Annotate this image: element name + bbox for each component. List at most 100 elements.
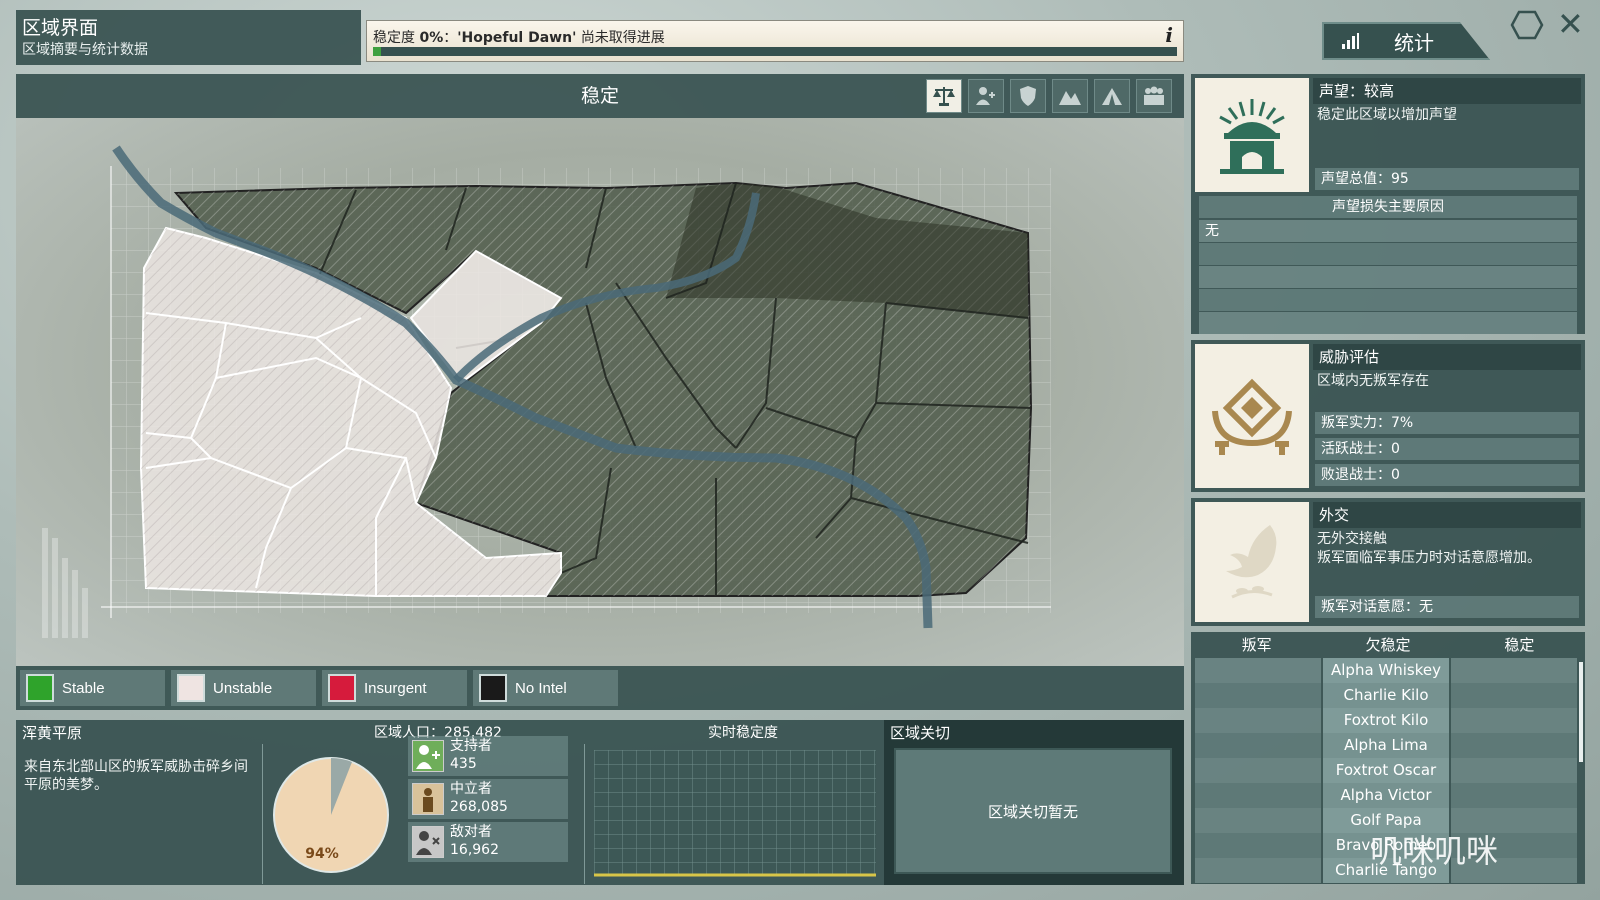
region-description: 来自东北部山区的叛军威胁击碎乡间平原的美梦。 [24, 759, 248, 793]
cell-insurgent [1195, 683, 1321, 708]
stability-label: 稳定度 [373, 30, 415, 46]
supporters-row: 支持者 435 [408, 736, 568, 776]
column-insurgents: 叛军 [1241, 636, 1272, 654]
mountains-icon[interactable] [1052, 79, 1088, 113]
legend-insurgent: Insurgent [322, 670, 467, 706]
cell-insurgent [1195, 833, 1321, 858]
realtime-stability-chart [594, 750, 876, 877]
list-item [1199, 266, 1577, 288]
legend-label: Stable [62, 679, 105, 697]
neutral-icon [412, 783, 444, 815]
regional-concerns-title: 区域关切 [890, 724, 951, 742]
population-group-value: 435 [450, 756, 477, 772]
cell-unstable: Alpha Victor [1323, 783, 1449, 808]
legend-label: Insurgent [364, 679, 427, 697]
diplomacy-card: 外交 无外交接触 叛军面临军事压力时对话意愿增加。 叛军对话意愿：无 [1191, 498, 1585, 626]
pie-percent-label: 94% [305, 846, 339, 862]
hostiles-row: 敌对者 16,962 [408, 822, 568, 862]
legend-no-intel: No Intel [473, 670, 618, 706]
table-row[interactable]: Foxtrot Oscar [1195, 758, 1577, 783]
cell-stable [1451, 708, 1577, 733]
shield-icon[interactable] [1010, 79, 1046, 113]
statistics-button[interactable]: 统计 [1322, 22, 1490, 60]
list-item [1199, 243, 1577, 265]
stability-value: 0% [419, 30, 444, 46]
column-unstable: 欠稳定 [1365, 636, 1411, 654]
population-group-label: 敌对者 [450, 824, 492, 840]
region-name: 浑黄平原 [22, 724, 83, 742]
divider [584, 744, 585, 884]
cell-stable [1451, 733, 1577, 758]
list-item: 无 [1199, 220, 1577, 242]
cell-unstable: Foxtrot Kilo [1323, 708, 1449, 733]
map-legend: Stable Unstable Insurgent No Intel [16, 670, 1184, 710]
legend-label: No Intel [515, 679, 567, 697]
hostile-icon [412, 826, 444, 858]
map-mode-toolbar [926, 79, 1172, 113]
reputation-loss-title: 声望损失主要原因 [1199, 196, 1577, 218]
cell-unstable: Alpha Whiskey [1323, 658, 1449, 683]
reputation-card: 声望：较高 稳定此区域以增加声望 声望总值：95 声望损失主要原因 无 [1191, 74, 1585, 334]
population-group-label: 支持者 [450, 738, 492, 754]
defeated-fighters: 败退战士：0 [1315, 464, 1579, 486]
info-icon[interactable]: i [1165, 23, 1173, 47]
bar-chart-icon [1342, 33, 1360, 49]
regional-concerns-panel: 区域关切 区域关切暂无 [884, 720, 1184, 885]
region-summary-panel: 浑黄平原 来自东北部山区的叛军威胁击碎乡间平原的美梦。 区域人口：285,482… [16, 720, 1184, 885]
cell-unstable: Foxtrot Oscar [1323, 758, 1449, 783]
legend-stable: Stable [20, 670, 165, 706]
cell-insurgent [1195, 858, 1321, 883]
close-icon[interactable]: ✕ [1557, 6, 1584, 42]
diplomacy-description: 无外交接触 叛军面临军事压力时对话意愿增加。 [1313, 530, 1579, 568]
dialogue-willingness: 叛军对话意愿：无 [1315, 596, 1579, 618]
reputation-loss-list: 无 [1199, 220, 1577, 358]
region-map-panel: 稳定 Stable Unstable Insurgent No Intel [16, 74, 1184, 710]
population-group-label: 中立者 [450, 781, 492, 797]
cell-unstable: Charlie Kilo [1323, 683, 1449, 708]
population-icon[interactable] [1136, 79, 1172, 113]
reputation-description: 稳定此区域以增加声望 [1317, 107, 1457, 123]
neutrals-row: 中立者 268,085 [408, 779, 568, 819]
table-row[interactable]: Alpha Victor [1195, 783, 1577, 808]
cell-stable [1451, 683, 1577, 708]
balance-scale-icon[interactable] [926, 79, 962, 113]
person-add-icon[interactable] [968, 79, 1004, 113]
watermark-text: 叽咪叽咪 [1370, 832, 1499, 870]
temple-emblem-icon [1195, 78, 1309, 192]
threat-description: 区域内无叛军存在 [1317, 373, 1429, 389]
tent-icon[interactable] [1094, 79, 1130, 113]
active-fighters: 活跃战士：0 [1315, 438, 1579, 460]
cell-insurgent [1195, 658, 1321, 683]
realtime-stability-title: 实时稳定度 [708, 725, 778, 741]
region-map[interactable] [16, 118, 1184, 666]
stability-progress-bar [373, 47, 1177, 56]
legend-swatch-unstable [177, 674, 205, 702]
watermark-logo: 叽咪叽咪 [1370, 826, 1498, 872]
table-row[interactable]: Alpha Whiskey [1195, 658, 1577, 683]
hexagon-icon[interactable] [1510, 10, 1544, 40]
reputation-title: 声望：较高 [1313, 78, 1581, 104]
list-item [1199, 312, 1577, 334]
cell-insurgent [1195, 733, 1321, 758]
insurgent-strength: 叛军实力：7% [1315, 412, 1579, 434]
diamond-crest-icon [1195, 344, 1309, 488]
table-row[interactable]: Charlie Kilo [1195, 683, 1577, 708]
legend-label: Unstable [213, 679, 273, 697]
legend-unstable: Unstable [171, 670, 316, 706]
column-stable: 稳定 [1504, 636, 1535, 654]
cell-insurgent [1195, 758, 1321, 783]
dove-icon [1195, 502, 1309, 622]
objective-name: 'Hopeful Dawn' [457, 30, 577, 46]
population-group-value: 268,085 [450, 799, 508, 815]
stability-separator: ： [443, 30, 458, 46]
table-row[interactable]: Foxtrot Kilo [1195, 708, 1577, 733]
cell-stable [1451, 783, 1577, 808]
cell-insurgent [1195, 808, 1321, 833]
legend-swatch-insurgent [328, 674, 356, 702]
diplomacy-title: 外交 [1313, 502, 1581, 528]
cell-stable [1451, 658, 1577, 683]
scrollbar[interactable] [1579, 662, 1583, 762]
threat-assessment-card: 威胁评估 区域内无叛军存在 叛军实力：7% 活跃战士：0 败退战士：0 [1191, 340, 1585, 492]
table-row[interactable]: Alpha Lima [1195, 733, 1577, 758]
interface-title: 区域界面 [22, 17, 99, 39]
